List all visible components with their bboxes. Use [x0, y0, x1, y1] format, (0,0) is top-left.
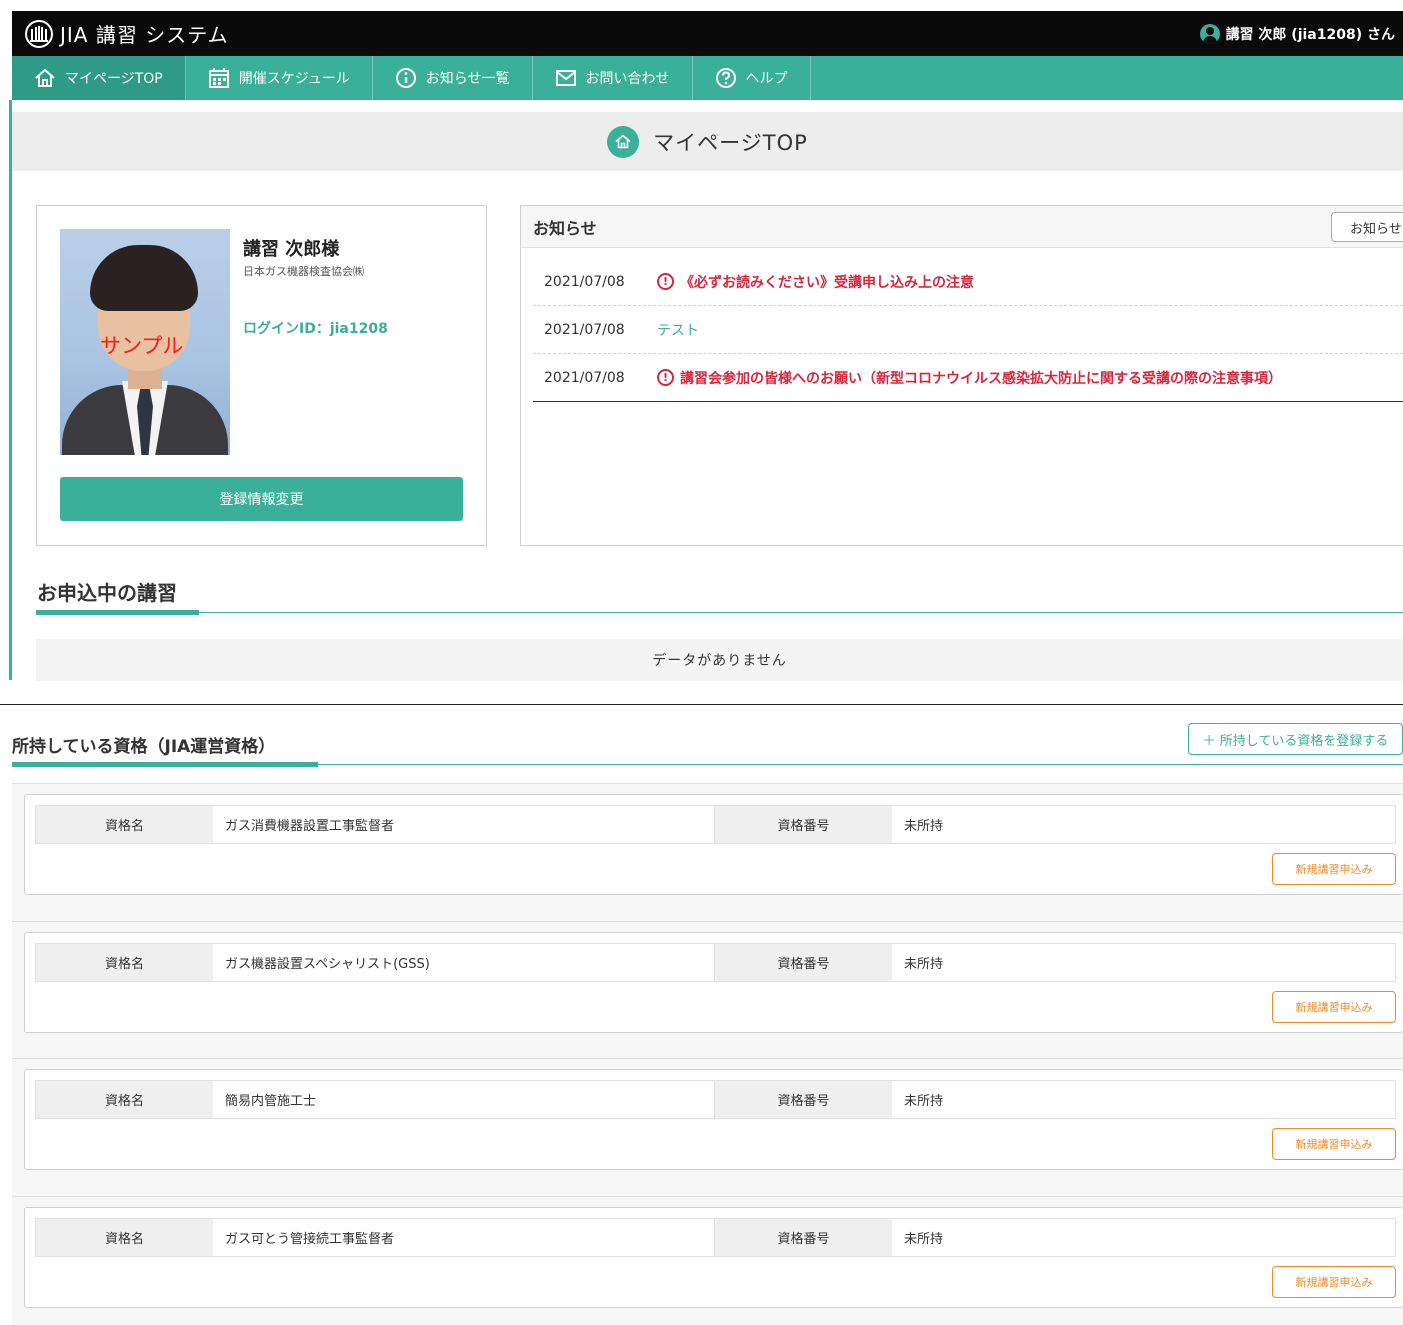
qualification-name-label: 資格名 [36, 944, 213, 981]
qualification-row: 資格名 簡易内管施工士 資格番号 未所持 [35, 1080, 1396, 1119]
qualification-row: 資格名 ガス消費機器設置工事監督者 資格番号 未所持 [35, 805, 1396, 844]
news-card: お知らせ お知らせ 2021/07/08 ! 《必ずお読みください》受講申し込み… [520, 205, 1403, 546]
qualification-row: 資格名 ガス機器設置スペシャリスト(GSS) 資格番号 未所持 [35, 943, 1396, 982]
news-title-link[interactable]: ! 講習会参加の皆様へのお願い（新型コロナウイルス感染拡大防止に関する受講の際の… [657, 368, 1282, 388]
profile-photo: サンプル [60, 229, 230, 455]
nav-label: 開催スケジュール [238, 71, 350, 87]
user-name: 講習 次郎 (jia1208) さん [1225, 26, 1395, 43]
alert-icon: ! [657, 369, 674, 386]
applications-heading: お申込中の講習 [37, 581, 177, 605]
qualification-card: 資格名 簡易内管施工士 資格番号 未所持 新規講習申込み [24, 1069, 1403, 1170]
qualification-name: ガス消費機器設置工事監督者 [213, 806, 715, 843]
add-qualification-button[interactable]: ＋ 所持している資格を登録する [1188, 723, 1403, 755]
applications-heading-accent [36, 610, 199, 615]
nav-news-list[interactable]: お知らせ一覧 [373, 56, 533, 100]
top-header: JIA 講習 システム 講習 次郎 (jia1208) さん [12, 11, 1403, 56]
news-title-link[interactable]: テスト [657, 320, 699, 340]
qualification-block: 資格名 ガス消費機器設置工事監督者 資格番号 未所持 新規講習申込み [12, 783, 1403, 921]
news-title-text: テスト [657, 322, 699, 339]
nav-contact[interactable]: お問い合わせ [533, 56, 693, 100]
nav-label: お問い合わせ [585, 71, 670, 87]
profile-card: サンプル 講習 次郎様 日本ガス機器検査協会㈱ ログインID：jia1208 登… [36, 205, 487, 546]
photo-sample-watermark: サンプル [100, 334, 184, 358]
site-logo[interactable]: JIA 講習 システム [22, 17, 229, 51]
help-icon [715, 68, 736, 88]
qualifications-heading: 所持している資格（JIA運営資格） [12, 737, 276, 757]
qualification-row: 資格名 ガス可とう管接続工事監督者 資格番号 未所持 [35, 1218, 1396, 1257]
qualification-number-label: 資格番号 [715, 806, 892, 843]
news-heading: お知らせ [533, 218, 597, 238]
news-date: 2021/07/08 [544, 369, 625, 386]
applications-heading-rule [36, 612, 1403, 613]
news-date: 2021/07/08 [544, 273, 625, 290]
news-more-button[interactable]: お知らせ [1331, 212, 1403, 242]
qualification-block: 資格名 ガス機器設置スペシャリスト(GSS) 資格番号 未所持 新規講習申込み [12, 921, 1403, 1059]
qualification-name: ガス機器設置スペシャリスト(GSS) [213, 944, 715, 981]
news-header: お知らせ お知らせ [521, 206, 1403, 248]
content-left-border [9, 100, 12, 680]
news-item: 2021/07/08 ! 《必ずお読みください》受講申し込み上の注意 [533, 258, 1403, 306]
page-title: マイページTOP [653, 130, 808, 155]
qualification-number-label: 資格番号 [715, 1219, 892, 1256]
news-title-link[interactable]: ! 《必ずお読みください》受講申し込み上の注意 [657, 272, 974, 292]
qualification-number: 未所持 [904, 957, 944, 972]
news-title-text: 《必ずお読みください》受講申し込み上の注意 [680, 274, 974, 291]
section-divider [0, 704, 1403, 705]
qualifications-heading-accent [12, 762, 318, 767]
qualification-name-label: 資格名 [36, 1219, 213, 1256]
main-nav: マイページTOP 開催スケジュール お知らせ一覧 お問い合わせ ヘルプ [12, 56, 1403, 100]
jia-logo-icon [22, 17, 56, 51]
profile-name: 講習 次郎様 [243, 239, 340, 260]
user-menu[interactable]: 講習 次郎 (jia1208) さん [1199, 23, 1395, 44]
qualification-name-label: 資格名 [36, 806, 213, 843]
page-title-band: マイページTOP [12, 112, 1403, 171]
nav-label: ヘルプ [745, 71, 788, 87]
edit-profile-button[interactable]: 登録情報変更 [60, 477, 463, 521]
nav-mypage-top[interactable]: マイページTOP [12, 56, 186, 100]
qualification-block: 資格名 簡易内管施工士 資格番号 未所持 新規講習申込み [12, 1058, 1403, 1196]
qualification-name-label: 資格名 [36, 1081, 213, 1118]
profile-organization: 日本ガス機器検査協会㈱ [243, 265, 364, 278]
nav-label: マイページTOP [65, 71, 163, 87]
qualification-number: 未所持 [904, 1094, 944, 1109]
qualification-name: ガス可とう管接続工事監督者 [213, 1219, 715, 1256]
news-title-text: 講習会参加の皆様へのお願い（新型コロナウイルス感染拡大防止に関する受講の際の注意… [680, 370, 1282, 387]
site-title: JIA 講習 システム [60, 23, 229, 47]
news-list: 2021/07/08 ! 《必ずお読みください》受講申し込み上の注意 2021/… [533, 258, 1403, 402]
alert-icon: ! [657, 273, 674, 290]
qualification-number: 未所持 [904, 1232, 944, 1247]
calendar-icon [208, 68, 229, 88]
applications-empty-state: データがありません [36, 639, 1403, 681]
qualification-number-label: 資格番号 [715, 1081, 892, 1118]
qualification-number: 未所持 [904, 819, 944, 834]
qualification-block: 資格名 ガス可とう管接続工事監督者 資格番号 未所持 新規講習申込み [12, 1196, 1403, 1325]
qualification-name: 簡易内管施工士 [213, 1081, 715, 1118]
new-course-apply-button[interactable]: 新規講習申込み [1272, 991, 1396, 1023]
new-course-apply-button[interactable]: 新規講習申込み [1272, 1266, 1396, 1298]
news-date: 2021/07/08 [544, 321, 625, 338]
new-course-apply-button[interactable]: 新規講習申込み [1272, 1128, 1396, 1160]
user-icon [1199, 23, 1220, 44]
home-icon [35, 68, 55, 87]
qualification-card: 資格名 ガス可とう管接続工事監督者 資格番号 未所持 新規講習申込み [24, 1207, 1403, 1308]
profile-login-id: ログインID：jia1208 [243, 321, 388, 337]
qualification-number-label: 資格番号 [715, 944, 892, 981]
news-item: 2021/07/08 テスト [533, 306, 1403, 354]
qualification-card: 資格名 ガス機器設置スペシャリスト(GSS) 資格番号 未所持 新規講習申込み [24, 932, 1403, 1033]
news-item: 2021/07/08 ! 講習会参加の皆様へのお願い（新型コロナウイルス感染拡大… [533, 354, 1403, 402]
home-icon [607, 125, 640, 158]
mail-icon [555, 70, 576, 86]
new-course-apply-button[interactable]: 新規講習申込み [1272, 853, 1396, 885]
info-icon [395, 68, 416, 88]
nav-help[interactable]: ヘルプ [693, 56, 811, 100]
nav-schedule[interactable]: 開催スケジュール [186, 56, 373, 100]
nav-label: お知らせ一覧 [425, 71, 510, 87]
qualification-card: 資格名 ガス消費機器設置工事監督者 資格番号 未所持 新規講習申込み [24, 794, 1403, 895]
